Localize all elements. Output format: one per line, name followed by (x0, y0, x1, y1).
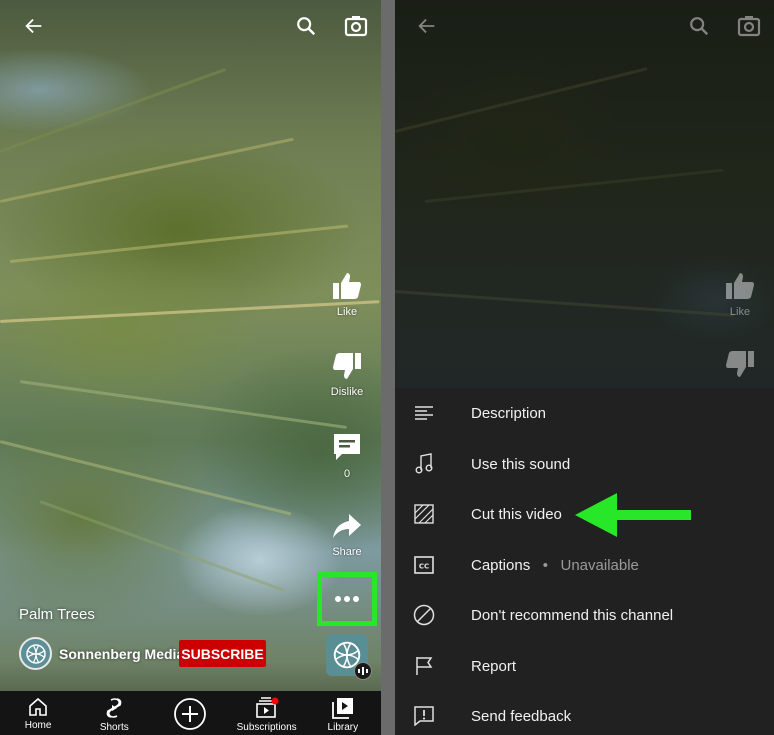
menu-label-dont-recommend: Don't recommend this channel (471, 606, 674, 624)
thumbs-up-icon (333, 273, 361, 299)
nav-subscriptions[interactable]: Subscriptions (232, 697, 302, 733)
panel-divider (381, 0, 395, 735)
search-icon[interactable] (292, 12, 320, 40)
menu-item-use-sound[interactable]: Use this sound (395, 439, 774, 489)
shorts-menu-panel: Like Description Use this sound Cut this… (395, 0, 774, 735)
nav-shorts-label: Shorts (99, 722, 129, 733)
captions-separator: • (542, 556, 548, 574)
globe-logo-icon (25, 643, 46, 664)
search-icon (685, 12, 713, 40)
comments-button[interactable]: 0 (317, 432, 377, 480)
subscribe-button[interactable]: SUBSCRIBE (179, 640, 266, 667)
more-icon (335, 596, 359, 602)
thumbs-down-icon (333, 353, 361, 379)
menu-label-report: Report (471, 657, 517, 675)
nav-library-label: Library (327, 722, 359, 733)
description-icon (413, 402, 435, 424)
camera-icon[interactable] (342, 12, 370, 40)
svg-text:CC: CC (419, 563, 429, 571)
annotation-arrow-icon (575, 493, 691, 537)
more-options-button[interactable] (317, 572, 377, 626)
block-icon (413, 604, 435, 626)
remix-badge-icon (354, 662, 372, 680)
menu-label-cut-video: Cut this video (471, 505, 562, 523)
camera-icon (735, 12, 763, 40)
menu-item-dont-recommend[interactable]: Don't recommend this channel (395, 590, 774, 640)
channel-name[interactable]: Sonnenberg Media (59, 646, 184, 662)
video-title: Palm Trees (19, 606, 95, 623)
channel-avatar[interactable] (19, 637, 52, 670)
share-label: Share (332, 546, 362, 558)
subscriptions-icon (255, 697, 279, 718)
menu-label-description: Description (471, 404, 547, 422)
menu-item-report[interactable]: Report (395, 641, 774, 691)
comments-count: 0 (343, 468, 351, 480)
dislike-button-dimmed (710, 350, 770, 378)
shorts-player-panel: Like Dislike 0 Share Palm Trees Sonnenbe… (0, 0, 381, 735)
library-icon (331, 698, 353, 719)
nav-home-label: Home (24, 720, 52, 731)
nav-subscriptions-label: Subscriptions (236, 722, 297, 733)
bottom-navigation: Home Shorts Subscriptions Library (0, 691, 381, 735)
menu-item-description[interactable]: Description (395, 388, 774, 438)
back-arrow-icon[interactable] (20, 12, 48, 40)
share-button[interactable]: Share (317, 512, 377, 558)
menu-label-use-sound: Use this sound (471, 455, 571, 473)
thumbs-down-icon (726, 351, 754, 377)
like-button[interactable]: Like (317, 272, 377, 318)
home-icon (29, 697, 47, 716)
nav-library[interactable]: Library (308, 697, 378, 733)
like-label: Like (729, 306, 751, 318)
like-label: Like (336, 306, 358, 318)
cut-video-icon (413, 503, 435, 525)
create-icon (174, 698, 207, 730)
menu-item-send-feedback[interactable]: Send feedback (395, 691, 774, 735)
captions-text: Captions (471, 556, 531, 574)
music-note-icon (413, 453, 435, 475)
feedback-icon (413, 705, 435, 727)
nav-shorts[interactable]: Shorts (79, 697, 149, 733)
dislike-button[interactable]: Dislike (317, 352, 377, 398)
menu-label-captions: Captions • Unavailable (471, 557, 639, 574)
nav-create[interactable] (155, 697, 225, 731)
thumbs-up-icon (726, 273, 754, 299)
flag-icon (413, 655, 435, 677)
dislike-label: Dislike (330, 386, 364, 398)
more-options-sheet: Description Use this sound Cut this vide… (395, 388, 774, 735)
captions-icon: CC (413, 554, 435, 576)
back-arrow-icon (413, 12, 441, 40)
captions-status: Unavailable (560, 556, 639, 574)
shorts-icon (106, 698, 122, 718)
menu-label-send-feedback: Send feedback (471, 707, 572, 725)
menu-item-captions[interactable]: CC Captions • Unavailable (395, 540, 774, 590)
like-button-dimmed: Like (710, 272, 770, 318)
share-icon (333, 514, 361, 538)
nav-home[interactable]: Home (3, 697, 73, 731)
comment-icon (334, 434, 360, 460)
